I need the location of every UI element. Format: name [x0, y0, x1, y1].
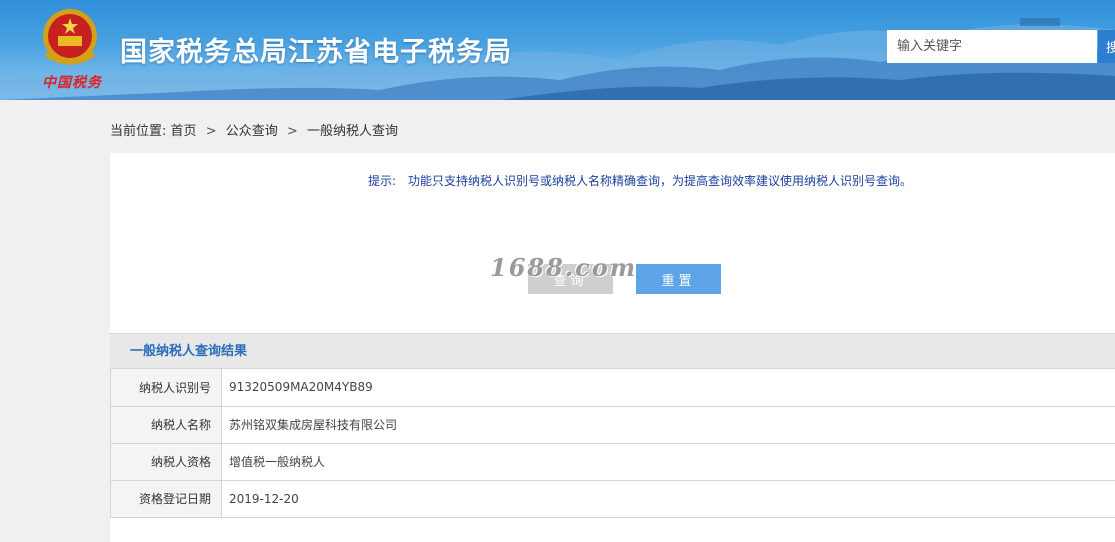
table-row: 纳税人识别号 91320509MA20M4YB89 [110, 369, 1115, 407]
query-panel: 提示: 功能只支持纳税人识别号或纳税人名称精确查询，为提高查询效率建议使用纳税人识… [110, 153, 1115, 542]
result-title: 一般纳税人查询结果 [110, 333, 1115, 369]
breadcrumb-separator: > [286, 124, 298, 139]
national-emblem-icon [43, 9, 97, 65]
row-value: 苏州铭双集成房屋科技有限公司 [221, 406, 1115, 444]
result-table: 纳税人识别号 91320509MA20M4YB89 纳税人名称 苏州铭双集成房屋… [110, 369, 1115, 518]
notice-text: 功能只支持纳税人识别号或纳税人名称精确查询，为提高查询效率建议使用纳税人识别号查… [408, 174, 913, 188]
breadcrumb-home[interactable]: 首页 [171, 124, 197, 139]
site-title: 国家税务总局江苏省电子税务局 [120, 37, 512, 68]
reset-button[interactable]: 重置 [636, 264, 721, 294]
search-input[interactable] [887, 30, 1097, 63]
row-key: 纳税人名称 [110, 406, 222, 444]
table-row: 资格登记日期 2019-12-20 [110, 480, 1115, 518]
row-value: 增值税一般纳税人 [221, 443, 1115, 481]
row-key: 纳税人资格 [110, 443, 222, 481]
row-value: 91320509MA20M4YB89 [221, 369, 1115, 407]
site-header: 中国税务 国家税务总局江苏省电子税务局 搜 [0, 0, 1115, 100]
search-button[interactable]: 搜 [1098, 30, 1115, 63]
breadcrumb-current: 一般纳税人查询 [306, 124, 398, 139]
breadcrumb: 当前位置: 首页 > 公众查询 > 一般纳税人查询 [110, 120, 398, 139]
brand-signature: 中国税务 [42, 75, 102, 91]
table-row: 纳税人名称 苏州铭双集成房屋科技有限公司 [110, 406, 1115, 444]
notice-label: 提示: [368, 174, 397, 188]
table-row: 纳税人资格 增值税一般纳税人 [110, 443, 1115, 481]
result-section: 一般纳税人查询结果 纳税人识别号 91320509MA20M4YB89 纳税人名… [110, 333, 1115, 518]
breadcrumb-separator: > [205, 124, 217, 139]
notice: 提示: 功能只支持纳税人识别号或纳税人名称精确查询，为提高查询效率建议使用纳税人识… [368, 172, 912, 189]
row-key: 资格登记日期 [110, 480, 222, 518]
watermark: 1688.com [490, 253, 638, 282]
row-value: 2019-12-20 [221, 480, 1115, 518]
breadcrumb-label: 当前位置: [110, 124, 167, 139]
row-key: 纳税人识别号 [110, 369, 222, 407]
breadcrumb-public-query[interactable]: 公众查询 [226, 124, 278, 139]
